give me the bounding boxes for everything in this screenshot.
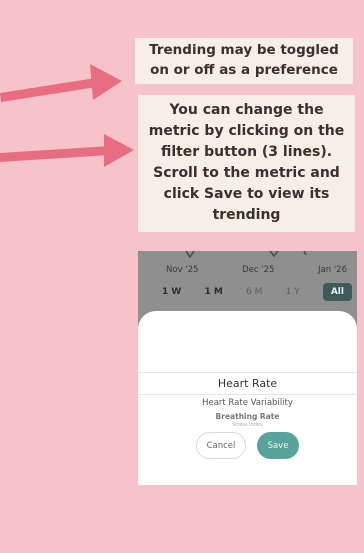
time-range-selector: 1 W 1 M 6 M 1 Y All [162,283,352,301]
picker-divider [138,372,357,373]
picker-option-selected[interactable]: Heart Rate [138,377,357,390]
date-label: Dec '25 [242,265,275,275]
metric-picker-sheet: Heart Rate Heart Rate Variability Breath… [138,311,357,485]
chart-date-axis: Nov '25 Dec '25 Jan '26 [138,265,357,275]
phone-screenshot: Nov '25 Dec '25 Jan '26 1 W 1 M 6 M 1 Y … [138,251,357,485]
picker-divider [138,394,357,395]
picker-option[interactable]: Heart Rate Variability [138,398,357,408]
range-1m-button[interactable]: 1 M [205,287,223,297]
date-label: Nov '25 [166,265,199,275]
date-label: Jan '26 [318,265,347,275]
range-6m-button[interactable]: 6 M [246,287,262,297]
picker-option[interactable]: Stress Index [138,422,357,428]
metric-arrow [0,134,134,167]
toggle-arrow [0,64,122,102]
range-1y-button[interactable]: 1 Y [286,287,300,297]
save-button[interactable]: Save [257,432,299,459]
change-metric-callout: You can change the metric by clicking on… [138,95,355,232]
picker-option[interactable]: Breathing Rate [138,412,357,421]
toggle-trending-callout: Trending may be toggled on or off as a p… [135,38,353,84]
chart-remnant [185,251,307,259]
range-1w-button[interactable]: 1 W [162,287,181,297]
range-all-button[interactable]: All [322,283,352,301]
cancel-button[interactable]: Cancel [196,432,246,459]
